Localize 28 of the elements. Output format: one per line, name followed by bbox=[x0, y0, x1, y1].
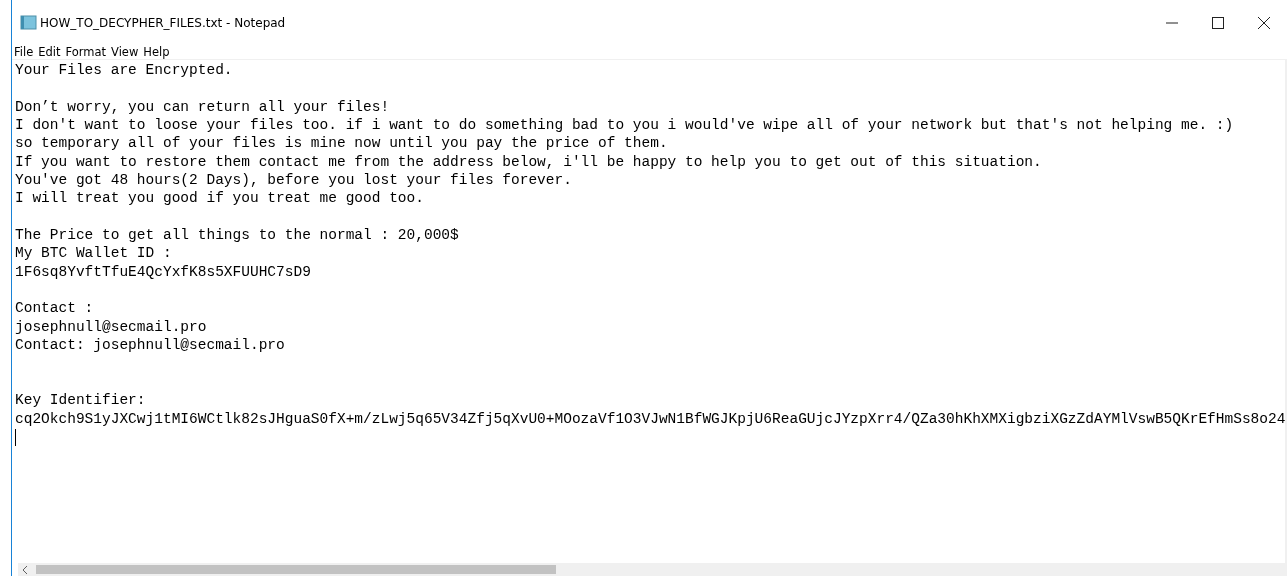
text-line: I don't want to loose your files too. if i want to do something bad to you i would've wipe all of your network but that's not helping me. :) bbox=[15, 116, 1235, 135]
text-line: Don’t worry, you can return all your files! bbox=[15, 97, 391, 117]
close-icon[interactable] bbox=[1258, 16, 1270, 29]
text-line: Key Identifier: bbox=[15, 391, 147, 410]
text-line: Your Files are Encrypted. bbox=[15, 61, 234, 80]
text-line: cq2Okch9S1yJXCwj1tMI6WCtlk82sJHguaS0fX+m/zLwj5q65V34Zfj5qXvU0+MOozaVf1O3VJwN1BfWGJKpjU6ReaGUjcJYzpXrr4/QZa30hKhXMXigbziXGzZdAYMlVswB5QKrEfHmSs8o24 bbox=[15, 409, 1286, 428]
menu-item[interactable]: Edit bbox=[38, 45, 61, 59]
maximize-icon[interactable] bbox=[1212, 16, 1224, 29]
menu-item[interactable]: Help bbox=[143, 45, 170, 59]
horizontal-scrollbar[interactable] bbox=[18, 563, 1287, 576]
menu-item[interactable]: Format bbox=[65, 45, 107, 59]
text-line: Contact : bbox=[15, 299, 95, 318]
menu-item[interactable]: View bbox=[111, 45, 139, 59]
text-line: 1F6sq8YvftTfuE4QcYxfK8s5XFUUHC7sD9 bbox=[15, 262, 312, 282]
text-line: so temporary all of your files is mine now until you pay the price of them. bbox=[15, 134, 669, 153]
text-caret bbox=[15, 428, 16, 446]
text-line: My BTC Wallet ID : bbox=[15, 244, 173, 263]
text-line: josephnull@secmail.pro bbox=[15, 317, 208, 337]
notepad-icon bbox=[20, 15, 37, 30]
scroll-left-icon[interactable] bbox=[22, 565, 28, 574]
text-line: The Price to get all things to the normal : 20,000$ bbox=[15, 226, 460, 245]
text-line: I will treat you good if you treat me good too. bbox=[15, 189, 425, 208]
scrollbar-thumb[interactable] bbox=[36, 565, 556, 574]
text-line: You've got 48 hours(2 Days), before you lost your files forever. bbox=[15, 171, 573, 190]
text-line: Contact: josephnull@secmail.pro bbox=[15, 336, 286, 355]
menu-item[interactable]: File bbox=[14, 45, 34, 59]
text-line: If you want to restore them contact me from the address below, i'll be happy to help you to get out of this situation. bbox=[15, 152, 1043, 172]
window-title: HOW_TO_DECYPHER_FILES.txt - Notepad bbox=[40, 15, 286, 30]
